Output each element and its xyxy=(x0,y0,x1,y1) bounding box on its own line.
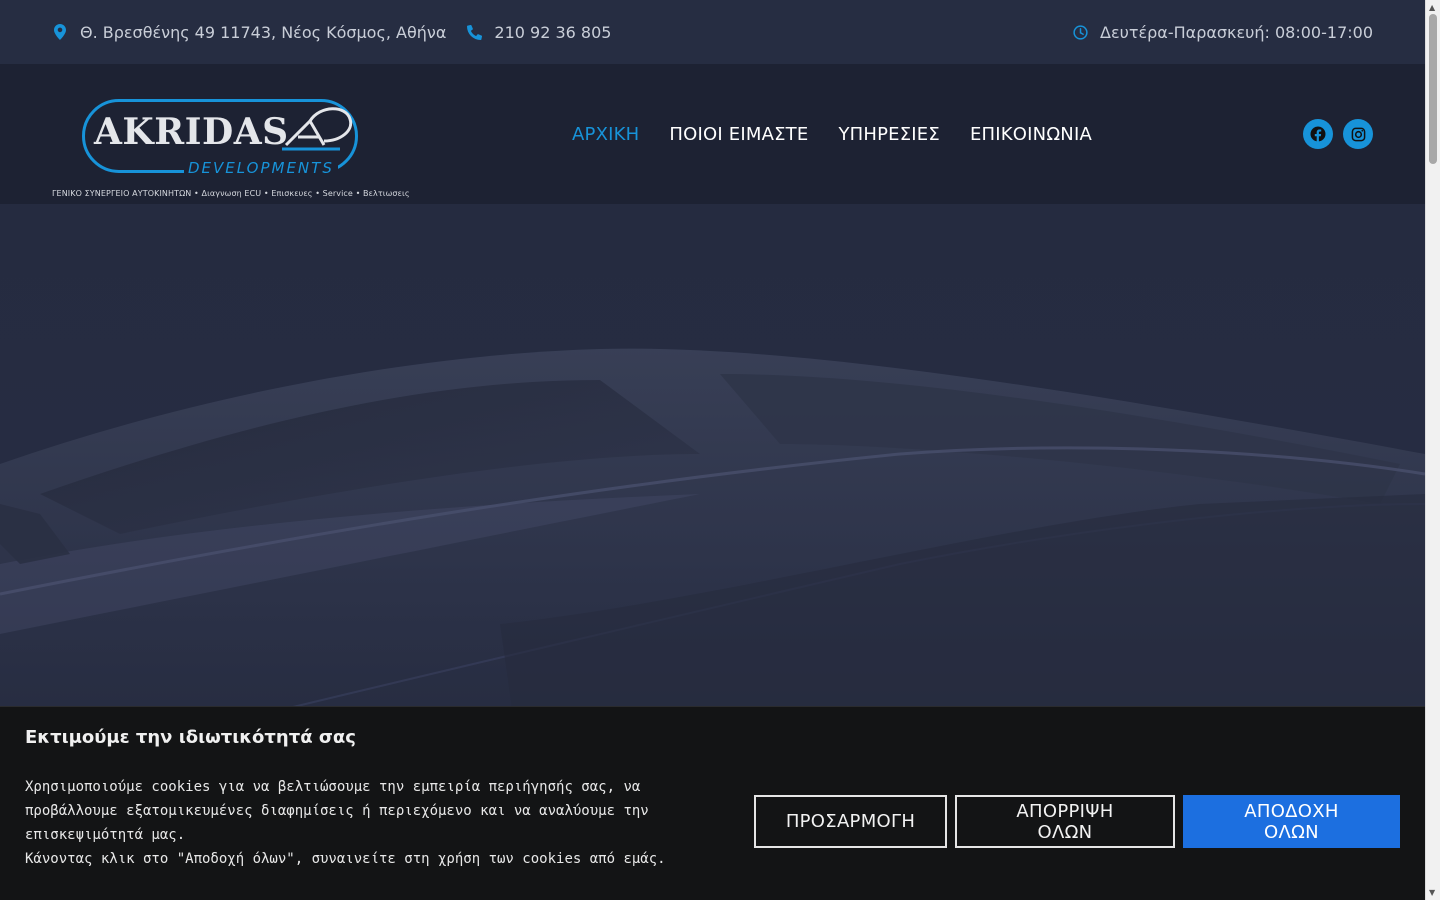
logo-mark-icon xyxy=(282,107,353,151)
cookie-text-2: Κάνοντας κλικ στο "Αποδοχή όλων", συναιν… xyxy=(25,851,666,867)
cookie-description: Χρησιμοποιούμε cookies για να βελτιώσουμ… xyxy=(25,775,715,871)
phone-text[interactable]: 210 92 36 805 xyxy=(494,23,611,42)
map-pin-icon xyxy=(52,24,68,40)
instagram-button[interactable] xyxy=(1343,119,1373,149)
scroll-down-arrow-icon[interactable]: ▼ xyxy=(1429,888,1435,897)
scrollbar-thumb[interactable] xyxy=(1429,14,1437,164)
phone-info[interactable]: 210 92 36 805 xyxy=(466,23,611,42)
nav-item-services[interactable]: ΥΠΗΡΕΣΙΕΣ xyxy=(838,124,940,145)
hours-text: Δευτέρα-Παρασκευή: 08:00-17:00 xyxy=(1100,22,1373,42)
nav-item-contact[interactable]: ΕΠΙΚΟΙΝΩΝΙΑ xyxy=(970,124,1092,145)
nav-item-about[interactable]: ΠΟΙΟΙ ΕΙΜΑΣΤΕ xyxy=(669,124,808,145)
logo-sub-text: DEVELOPMENTS xyxy=(184,159,338,177)
logo-tagline: ΓΕΝΙΚΟ ΣΥΝΕΡΓΕΙΟ ΑΥΤΟΚΙΝΗΤΩΝ • Διαγνωση … xyxy=(52,189,410,198)
cookie-title: Εκτιμούμε την ιδιωτικότητά σας xyxy=(25,727,356,748)
site-header: AKRIDAS DEVELOPMENTS ΓΕΝΙΚΟ ΣΥΝΕΡΓΕΙΟ ΑΥ… xyxy=(0,64,1425,204)
phone-icon xyxy=(466,24,482,40)
social-links xyxy=(1303,119,1373,149)
cookie-customize-button[interactable]: ΠΡΟΣΑΡΜΟΓΗ xyxy=(754,795,947,848)
address-info: Θ. Βρεσθένης 49 11743, Νέος Κόσμος, Αθήν… xyxy=(52,23,446,42)
nav-item-home[interactable]: ΑΡΧΙΚΗ xyxy=(572,124,639,145)
cookie-accept-all-button[interactable]: ΑΠΟΔΟΧΗ ΟΛΩΝ xyxy=(1183,795,1400,848)
cookie-buttons: ΠΡΟΣΑΡΜΟΓΗ ΑΠΟΡΡΙΨΗ ΟΛΩΝ ΑΠΟΔΟΧΗ ΟΛΩΝ xyxy=(754,795,1400,848)
clock-icon xyxy=(1072,24,1088,40)
facebook-icon xyxy=(1310,126,1326,142)
hours-info: Δευτέρα-Παρασκευή: 08:00-17:00 xyxy=(1072,23,1373,42)
site-logo[interactable]: AKRIDAS DEVELOPMENTS ΓΕΝΙΚΟ ΣΥΝΕΡΓΕΙΟ ΑΥ… xyxy=(52,79,410,198)
cookie-reject-all-button[interactable]: ΑΠΟΡΡΙΨΗ ΟΛΩΝ xyxy=(955,795,1175,848)
facebook-button[interactable] xyxy=(1303,119,1333,149)
cookie-text-1: Χρησιμοποιούμε cookies για να βελτιώσουμ… xyxy=(25,779,649,843)
top-info-bar: Θ. Βρεσθένης 49 11743, Νέος Κόσμος, Αθήν… xyxy=(0,0,1425,64)
instagram-icon xyxy=(1351,127,1365,141)
page-scrollbar[interactable]: ▲ ▼ xyxy=(1425,0,1440,900)
scroll-up-arrow-icon[interactable]: ▲ xyxy=(1429,3,1435,12)
cookie-consent-banner: Εκτιμούμε την ιδιωτικότητά σας Χρησιμοπο… xyxy=(0,706,1425,900)
logo-main-text: AKRIDAS xyxy=(94,111,289,153)
main-nav: ΑΡΧΙΚΗ ΠΟΙΟΙ ΕΙΜΑΣΤΕ ΥΠΗΡΕΣΙΕΣ ΕΠΙΚΟΙΝΩΝ… xyxy=(572,124,1122,145)
address-text: Θ. Βρεσθένης 49 11743, Νέος Κόσμος, Αθήν… xyxy=(80,22,447,42)
